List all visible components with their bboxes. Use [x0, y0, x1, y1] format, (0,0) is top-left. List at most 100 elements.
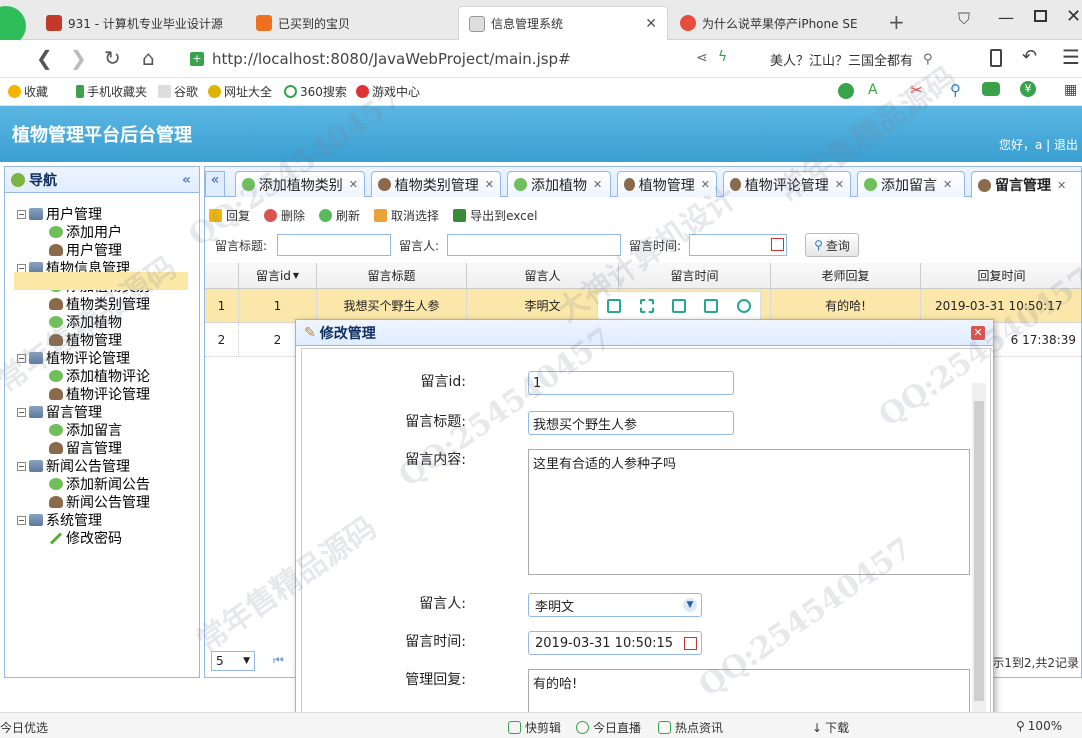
- bookmark-mobile[interactable]: 手机收藏夹: [76, 83, 147, 100]
- tree-item[interactable]: 植物评论管理: [49, 385, 150, 403]
- view-icon[interactable]: [607, 299, 622, 313]
- page-tab[interactable]: 植物类别管理 ✕: [371, 171, 501, 197]
- reply-button[interactable]: 回复: [209, 207, 250, 224]
- tree-group[interactable]: − 植物评论管理: [17, 349, 130, 367]
- maximize-icon[interactable]: [1034, 10, 1047, 22]
- url-field[interactable]: + http://localhost:8080/JavaWebProject/m…: [186, 46, 686, 72]
- status-news[interactable]: 热点资讯: [658, 719, 723, 736]
- close-tab-icon[interactable]: ✕: [645, 16, 657, 32]
- collapse-icon[interactable]: −: [17, 461, 26, 471]
- tree-item[interactable]: 添加留言: [49, 421, 122, 439]
- home-icon[interactable]: ⌂: [142, 48, 155, 68]
- minimize-icon[interactable]: —: [998, 8, 1014, 27]
- tree-group[interactable]: − 系统管理: [17, 511, 102, 529]
- refresh-button[interactable]: 刷新: [319, 207, 360, 224]
- forward-icon[interactable]: ❯: [70, 48, 87, 68]
- id-input[interactable]: 1: [528, 371, 734, 395]
- status-live[interactable]: 今日直播: [576, 719, 641, 736]
- close-tab-icon[interactable]: ✕: [701, 178, 710, 191]
- close-tab-icon[interactable]: ✕: [1057, 179, 1066, 192]
- tree-item[interactable]: 添加植物评论: [49, 367, 150, 385]
- bookmark-games[interactable]: 游戏中心: [356, 83, 420, 100]
- scroll-thumb[interactable]: [974, 401, 984, 701]
- browser-tab[interactable]: 已买到的宝贝: [246, 6, 456, 40]
- tablet-icon[interactable]: [990, 49, 1002, 67]
- yen-icon[interactable]: ¥: [1020, 81, 1036, 97]
- grid-column-header[interactable]: 留言id ▼: [239, 263, 317, 289]
- welcome-logout[interactable]: 您好，a | 退出: [999, 136, 1078, 153]
- calendar-icon[interactable]: [684, 636, 697, 650]
- tree-item[interactable]: 添加新闻公告: [49, 475, 150, 493]
- status-zoom[interactable]: ⚲ 100%: [1016, 719, 1062, 733]
- title-input[interactable]: 我想买个野生人参: [528, 411, 734, 435]
- save-icon[interactable]: [671, 299, 686, 313]
- table-cell[interactable]: 有的哈!: [771, 289, 921, 323]
- scissors-icon[interactable]: ✂: [910, 81, 923, 99]
- status-quick-edit[interactable]: 快剪辑: [508, 719, 561, 736]
- calendar-icon[interactable]: [771, 238, 784, 251]
- dialog-scrollbar[interactable]: [972, 383, 986, 713]
- grid-apps-icon[interactable]: ▦: [1064, 82, 1077, 98]
- collapse-icon[interactable]: −: [17, 515, 26, 525]
- tree-item[interactable]: 添加用户: [49, 223, 122, 241]
- browser-tab[interactable]: 931 - 计算机专业毕业设计源: [36, 6, 246, 40]
- browser-tab[interactable]: 为什么说苹果停产iPhone SE: [670, 6, 860, 40]
- close-tab-icon[interactable]: ✕: [349, 178, 358, 191]
- tree-item[interactable]: 留言管理: [49, 439, 122, 457]
- expand-icon[interactable]: [639, 299, 654, 313]
- query-button[interactable]: ⚲ 查询: [805, 233, 859, 257]
- undo-icon[interactable]: ↶: [1022, 46, 1037, 67]
- status-today-picks[interactable]: 今日优选: [0, 719, 48, 736]
- table-cell[interactable]: 1: [239, 289, 317, 323]
- scroll-tabs-left-icon[interactable]: «: [205, 171, 225, 197]
- translate-icon[interactable]: A: [868, 82, 878, 98]
- filter-title-input[interactable]: [277, 234, 391, 256]
- tree-item[interactable]: 植物管理: [49, 331, 122, 349]
- collapse-sidebar-icon[interactable]: «: [182, 172, 191, 188]
- grid-column-header[interactable]: 老师回复: [771, 263, 921, 289]
- tree-item[interactable]: 添加植物: [49, 313, 122, 331]
- first-page-icon[interactable]: ⏮: [273, 653, 284, 668]
- bookmark-google[interactable]: 谷歌: [158, 83, 198, 100]
- export-excel-button[interactable]: 导出到excel: [453, 207, 537, 224]
- page-tab[interactable]: 植物评论管理 ✕: [723, 171, 851, 197]
- share-icon[interactable]: [704, 299, 719, 313]
- new-tab-button[interactable]: +: [888, 10, 905, 34]
- row-number[interactable]: 2: [205, 323, 239, 357]
- browser-tab-active[interactable]: 信息管理系统 ✕: [458, 6, 668, 40]
- tree-item[interactable]: 修改密码: [49, 529, 122, 547]
- tree-item[interactable]: 用户管理: [49, 241, 122, 259]
- tree-item[interactable]: 新闻公告管理: [49, 493, 150, 511]
- share-icon[interactable]: ⋖: [696, 50, 708, 66]
- lightning-icon[interactable]: ϟ: [718, 49, 727, 65]
- refresh-icon[interactable]: ↻: [104, 48, 121, 68]
- gamepad-icon[interactable]: [982, 82, 1000, 96]
- page-size-select[interactable]: 5 ▼: [211, 651, 255, 671]
- collapse-icon[interactable]: −: [17, 407, 26, 417]
- bookmark-favorites[interactable]: 收藏: [8, 83, 48, 100]
- menu-icon[interactable]: ☰: [1062, 45, 1080, 69]
- close-tab-icon[interactable]: ✕: [485, 178, 494, 191]
- close-tab-icon[interactable]: ✕: [943, 178, 952, 191]
- magnifier-icon[interactable]: ⚲: [950, 81, 961, 99]
- reply-textarea[interactable]: 有的哈!: [528, 669, 970, 715]
- time-input[interactable]: 2019-03-31 10:50:15: [528, 631, 702, 655]
- page-tab[interactable]: 植物管理 ✕: [617, 171, 717, 197]
- grid-column-header[interactable]: 留言标题: [317, 263, 467, 289]
- tree-group[interactable]: − 留言管理: [17, 403, 102, 421]
- search-box[interactable]: 美人？江山？三国全都有 ⚲: [770, 46, 970, 72]
- close-tab-icon[interactable]: ✕: [835, 178, 844, 191]
- close-window-icon[interactable]: ✕: [1066, 6, 1081, 27]
- search-icon[interactable]: ⚲: [923, 52, 933, 67]
- bookmark-360search[interactable]: 360搜索: [284, 83, 347, 100]
- unselect-button[interactable]: 取消选择: [374, 207, 439, 224]
- filter-person-input[interactable]: [447, 234, 621, 256]
- grid-column-header[interactable]: 留言人: [467, 263, 619, 289]
- settings-icon[interactable]: [736, 299, 751, 313]
- table-cell[interactable]: 2019-03-31 10:50:17: [921, 289, 1081, 323]
- table-cell[interactable]: 我想买个野生人参: [317, 289, 467, 323]
- grid-column-header[interactable]: 回复时间: [921, 263, 1081, 289]
- tree-item[interactable]: 植物类别管理: [49, 295, 150, 313]
- collapse-icon[interactable]: −: [17, 209, 26, 219]
- collapse-icon[interactable]: −: [17, 353, 26, 363]
